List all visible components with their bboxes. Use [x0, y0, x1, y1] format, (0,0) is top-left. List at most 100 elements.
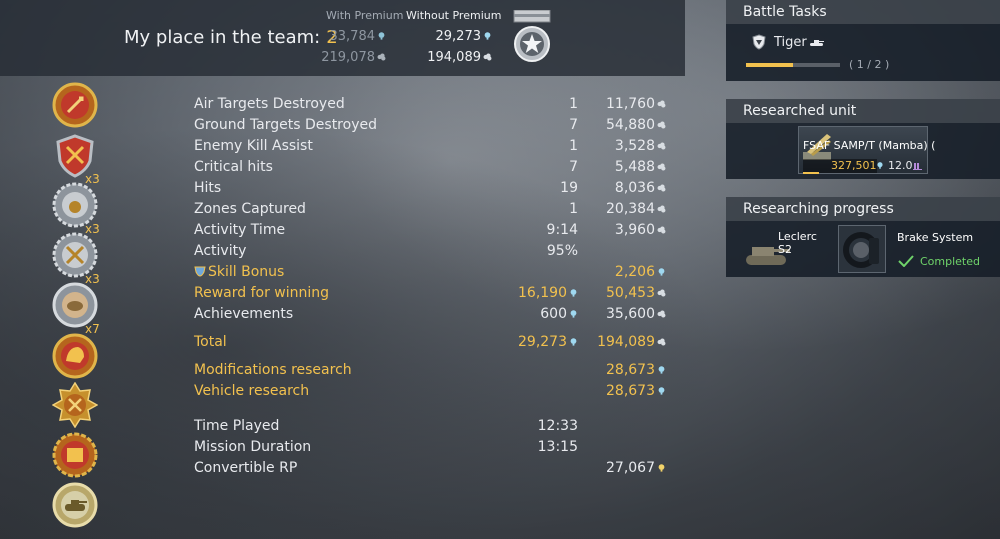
team-place-medal-icon [513, 10, 551, 62]
battle-tasks-panel[interactable]: Tiger ( 1 / 2 ) [726, 24, 1000, 81]
rp-cluster-icon [657, 338, 666, 346]
rp-cluster-icon [657, 142, 666, 150]
award-tank-icon[interactable] [52, 482, 98, 528]
stat-row: Critical hits 7 5,488 [194, 157, 684, 178]
convertible-rp-row: Convertible RP 27,067 [194, 458, 684, 479]
rp-cluster-icon [657, 310, 666, 318]
rp-icon [484, 32, 491, 40]
stat-count: 95% [546, 243, 578, 259]
researching-progress-panel: Leclerc S2 Brake System Completed [726, 221, 1000, 277]
researched-unit-panel: FSAF SAMP/T (Mamba) ( 327,501 12.0 [726, 123, 1000, 179]
stat-value: 5,488 [615, 157, 666, 178]
stat-count: 1 [569, 96, 578, 112]
total-sl: 29,273 [518, 332, 578, 353]
stat-label: Air Targets Destroyed [194, 96, 345, 112]
stat-label: Zones Captured [194, 201, 306, 217]
task-name: Tiger [774, 35, 807, 50]
stat-row: Achievements 600 35,600 [194, 304, 684, 325]
skill-bonus-icon [194, 266, 206, 277]
rp-icon [570, 338, 577, 346]
rp-icon [658, 268, 665, 276]
award-star-icon[interactable] [52, 382, 98, 428]
rp-cluster-icon [483, 53, 492, 61]
stat-label: Achievements [194, 306, 294, 322]
module-name: Brake System [897, 231, 974, 244]
stat-count: 9:14 [546, 222, 578, 238]
premium-sl: 33,784 [296, 29, 386, 44]
stat-value: 8,036 [615, 178, 666, 199]
stat-row: Activity 95% [194, 241, 684, 262]
stat-row: Skill Bonus 2,206 [194, 262, 684, 283]
researching-progress-title: Researching progress [726, 197, 1000, 221]
stat-row: Reward for winning 16,190 50,453 [194, 283, 684, 304]
stat-row: Hits 19 8,036 [194, 178, 684, 199]
task-progress-text: ( 1 / 2 ) [849, 58, 890, 71]
stat-count: 19 [560, 180, 578, 196]
task-progress-fill [746, 63, 793, 67]
unit-br: 12.0 [888, 159, 913, 172]
checkmark-icon [898, 255, 914, 267]
stat-count: 1 [569, 138, 578, 154]
total-label: Total [194, 334, 227, 350]
rp-cluster-icon [657, 121, 666, 129]
stat-count: 1 [569, 201, 578, 217]
column-no-premium: Without Premium [406, 9, 502, 22]
rp-icon [570, 310, 577, 318]
stat-row: Air Targets Destroyed 1 11,760 [194, 94, 684, 115]
stat-label: Ground Targets Destroyed [194, 117, 377, 133]
researched-unit-title: Researched unit [726, 99, 1000, 123]
shield-icon [752, 34, 766, 50]
rp-cluster-icon [657, 184, 666, 192]
rp-cluster-icon [657, 289, 666, 297]
award-badge-icon[interactable] [52, 82, 98, 128]
vehicle-name: Leclerc S2 [778, 230, 817, 256]
stat-value: 3,528 [615, 136, 666, 157]
battle-tasks-title: Battle Tasks [726, 0, 1000, 24]
stat-row: Zones Captured 1 20,384 [194, 199, 684, 220]
stat-value: 35,600 [606, 304, 666, 325]
no-premium-sl: 29,273 [402, 29, 492, 44]
total-rp: 194,089 [597, 332, 666, 353]
stat-count: 7 [569, 117, 578, 133]
stat-label: Hits [194, 180, 222, 196]
stat-value: 3,960 [615, 220, 666, 241]
stat-label: Activity [194, 243, 247, 259]
stat-label: Activity Time [194, 222, 286, 238]
rp-icon [658, 366, 665, 374]
stat-row: Ground Targets Destroyed 7 54,880 [194, 115, 684, 136]
award-map-icon[interactable] [52, 432, 98, 478]
stat-label: Enemy Kill Assist [194, 138, 313, 154]
total-row: Total 29,273 194,089 [194, 332, 684, 353]
award-helmet-icon[interactable] [52, 333, 98, 379]
researched-unit-tile[interactable]: FSAF SAMP/T (Mamba) ( 327,501 12.0 [798, 126, 935, 174]
stat-value: 20,384 [606, 199, 666, 220]
stat-label: Reward for winning [194, 285, 330, 301]
unit-progress-fill [803, 172, 819, 174]
rp-cluster-icon [377, 53, 386, 61]
stat-row: Enemy Kill Assist 1 3,528 [194, 136, 684, 157]
task-progress-bar [746, 63, 840, 67]
researching-vehicle-tile[interactable]: Leclerc S2 [740, 225, 832, 273]
column-premium: With Premium [326, 9, 404, 22]
stat-count: 16,190 [518, 283, 578, 304]
stat-value: 54,880 [606, 115, 666, 136]
rp-icon [570, 289, 577, 297]
rp-cluster-icon [657, 100, 666, 108]
module-tile[interactable] [838, 225, 886, 273]
stat-row: Activity Time 9:14 3,960 [194, 220, 684, 241]
stat-value: 11,760 [606, 94, 666, 115]
stat-label: Skill Bonus [194, 262, 284, 283]
stat-count: 7 [569, 159, 578, 175]
stat-label: Critical hits [194, 159, 273, 175]
rp-cluster-icon [657, 226, 666, 234]
vehicle-research-row: Vehicle research 28,673 [194, 381, 684, 402]
unit-name: FSAF SAMP/T (Mamba) ( [803, 139, 936, 152]
stat-value: 50,453 [606, 283, 666, 304]
rp-cluster-icon [657, 163, 666, 171]
mission-duration-row: Mission Duration 13:15 [194, 439, 578, 455]
premium-rp: 219,078 [296, 50, 386, 65]
tank-icon [810, 40, 824, 46]
bulb-icon [658, 464, 665, 472]
team-place-label: My place in the team: [124, 27, 321, 48]
rank-icon [913, 163, 922, 170]
